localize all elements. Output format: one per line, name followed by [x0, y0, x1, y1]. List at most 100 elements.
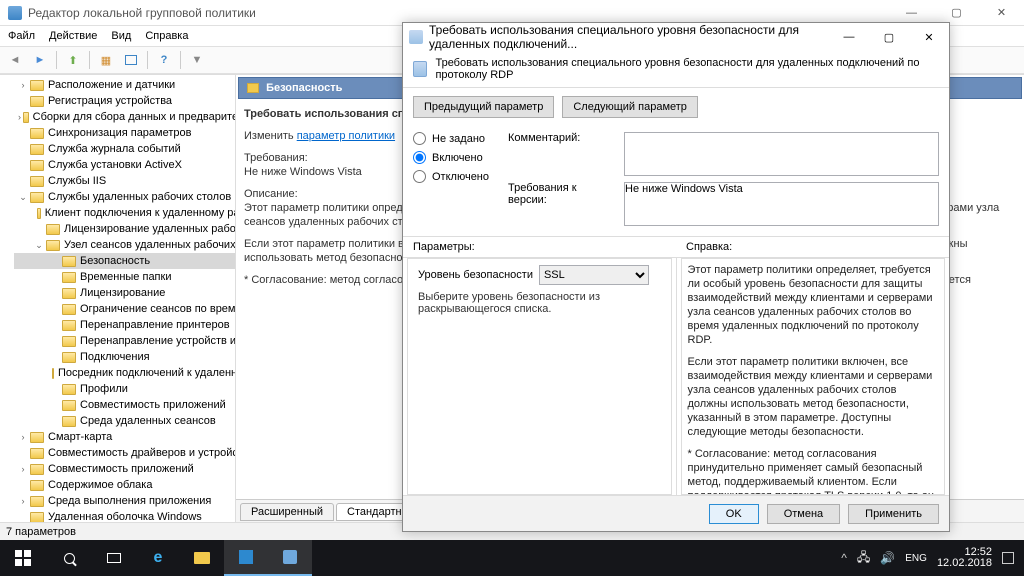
status-text: 7 параметров — [6, 526, 76, 538]
show-hide-tree-button[interactable]: ▦ — [95, 49, 117, 71]
menu-help[interactable]: Справка — [145, 30, 188, 42]
folder-icon — [30, 144, 44, 155]
taskbar-gpedit-icon[interactable] — [268, 540, 312, 576]
help-text-p3: * Согласование: метод согласования прину… — [688, 447, 939, 495]
tree-item[interactable]: Лицензирование удаленных рабочих столов — [14, 221, 236, 237]
back-button[interactable]: ◄ — [4, 49, 26, 71]
tree-item[interactable]: Служба установки ActiveX — [14, 157, 236, 173]
tree-item[interactable]: Подключения — [14, 349, 236, 365]
tree-item-label: Среда выполнения приложения — [48, 494, 211, 508]
tree-item[interactable]: Совместимость приложений — [14, 397, 236, 413]
tree-item[interactable]: Удаленная оболочка Windows — [14, 509, 236, 522]
chevron-right-icon[interactable]: › — [18, 494, 28, 508]
policy-tree[interactable]: ›Расположение и датчикиРегистрация устро… — [0, 75, 236, 522]
menu-action[interactable]: Действие — [49, 30, 97, 42]
details-button[interactable] — [120, 49, 142, 71]
menu-file[interactable]: Файл — [8, 30, 35, 42]
policy-dialog: Требовать использования специального уро… — [402, 22, 950, 532]
action-center-icon[interactable] — [1002, 552, 1014, 564]
tree-item[interactable]: Безопасность — [14, 253, 236, 269]
tray-overflow-icon[interactable]: ^ — [841, 551, 847, 565]
dialog-close-button[interactable]: ✕ — [909, 23, 949, 51]
folder-icon — [30, 448, 44, 459]
tree-item[interactable]: ⌄Службы удаленных рабочих столов — [14, 189, 236, 205]
tree-item[interactable]: › Среда выполнения приложения — [14, 493, 236, 509]
ok-button[interactable]: OK — [709, 504, 759, 524]
tree-item[interactable]: › Сборки для сбора данных и предварительн… — [14, 109, 236, 125]
tree-item-label: Среда удаленных сеансов — [80, 414, 216, 428]
tree-item[interactable]: Ограничение сеансов по времени — [14, 301, 236, 317]
edit-label: Изменить — [244, 130, 294, 142]
security-level-label: Уровень безопасности — [418, 269, 533, 281]
taskbar-notes-icon[interactable] — [224, 540, 268, 576]
task-view-button[interactable] — [92, 540, 136, 576]
tree-item[interactable]: Перенаправление принтеров — [14, 317, 236, 333]
tree-item-label: Подключения — [80, 350, 150, 364]
language-indicator[interactable]: ENG — [905, 553, 927, 564]
security-level-select[interactable]: SSL — [539, 265, 649, 285]
chevron-right-icon[interactable]: › — [18, 110, 21, 124]
taskbar-explorer-icon[interactable] — [180, 540, 224, 576]
taskbar-search-button[interactable] — [46, 540, 92, 576]
tree-item[interactable]: Служба журнала событий — [14, 141, 236, 157]
comment-field[interactable] — [624, 132, 939, 176]
tree-item-label: Синхронизация параметров — [48, 126, 191, 140]
tree-item[interactable]: › Смарт-карта — [14, 429, 236, 445]
tree-item[interactable]: Синхронизация параметров — [14, 125, 236, 141]
clock[interactable]: 12:52 12.02.2018 — [937, 547, 992, 569]
menu-view[interactable]: Вид — [111, 30, 131, 42]
taskbar-ie-icon[interactable]: e — [136, 540, 180, 576]
edit-policy-link[interactable]: параметр политики — [297, 130, 395, 142]
dialog-subheader: Требовать использования специального уро… — [403, 51, 949, 88]
up-button[interactable]: ⬆ — [62, 49, 84, 71]
windows-logo-icon — [15, 550, 31, 566]
tree-item[interactable]: Среда удаленных сеансов — [14, 413, 236, 429]
tree-item[interactable]: Лицензирование — [14, 285, 236, 301]
tree-item-label: Профили — [80, 382, 128, 396]
help-pane[interactable]: Этот параметр политики определяет, требу… — [681, 258, 946, 495]
tree-item[interactable]: Профили — [14, 381, 236, 397]
chevron-right-icon[interactable]: › — [18, 78, 28, 92]
tree-item[interactable]: Содержимое облака — [14, 477, 236, 493]
tree-item[interactable]: Временные папки — [14, 269, 236, 285]
tree-item[interactable]: Службы IIS — [14, 173, 236, 189]
radio-enabled[interactable]: Включено — [413, 151, 498, 164]
prev-setting-button[interactable]: Предыдущий параметр — [413, 96, 554, 118]
folder-icon — [62, 320, 76, 331]
close-button[interactable]: ✕ — [979, 0, 1024, 26]
folder-icon — [62, 288, 76, 299]
folder-icon — [62, 336, 76, 347]
next-setting-button[interactable]: Следующий параметр — [562, 96, 698, 118]
chevron-down-icon[interactable]: ⌄ — [18, 190, 28, 204]
radio-not-configured[interactable]: Не задано — [413, 132, 498, 145]
tree-item-label: Узел сеансов удаленных рабочих столов — [64, 238, 236, 252]
folder-icon — [62, 416, 76, 427]
radio-disabled[interactable]: Отключено — [413, 170, 498, 183]
tree-item[interactable]: ›Совместимость приложений — [14, 461, 236, 477]
tree-item[interactable]: Совместимость драйверов и устройств — [14, 445, 236, 461]
volume-icon[interactable]: 🔊 — [880, 551, 895, 565]
folder-icon — [30, 80, 44, 91]
chevron-right-icon[interactable]: › — [18, 430, 28, 444]
tree-item[interactable]: ›Расположение и датчики — [14, 77, 236, 93]
tree-item[interactable]: Перенаправление устройств и ресурсов — [14, 333, 236, 349]
tab-extended[interactable]: Расширенный — [240, 503, 334, 521]
filter-button[interactable]: ▼ — [186, 49, 208, 71]
tree-item-label: Сборки для сбора данных и предварительны… — [33, 110, 236, 124]
tree-item-label: Смарт-карта — [48, 430, 112, 444]
chevron-down-icon[interactable]: ⌄ — [34, 238, 44, 252]
cancel-button[interactable]: Отмена — [767, 504, 840, 524]
dialog-maximize-button[interactable]: ▢ — [869, 23, 909, 51]
forward-button[interactable]: ► — [29, 49, 51, 71]
start-button[interactable] — [0, 540, 46, 576]
folder-icon — [30, 464, 44, 475]
tree-item[interactable]: Клиент подключения к удаленному рабочему… — [14, 205, 236, 221]
chevron-right-icon[interactable]: › — [18, 462, 28, 476]
help-button[interactable]: ? — [153, 49, 175, 71]
tree-item[interactable]: Регистрация устройства — [14, 93, 236, 109]
tree-item[interactable]: ⌄ Узел сеансов удаленных рабочих столов — [14, 237, 236, 253]
tree-item[interactable]: Посредник подключений к удаленному рабоч… — [14, 365, 236, 381]
dialog-minimize-button[interactable]: — — [829, 23, 869, 51]
network-icon[interactable]: 🖧 — [857, 548, 870, 569]
apply-button[interactable]: Применить — [848, 504, 939, 524]
